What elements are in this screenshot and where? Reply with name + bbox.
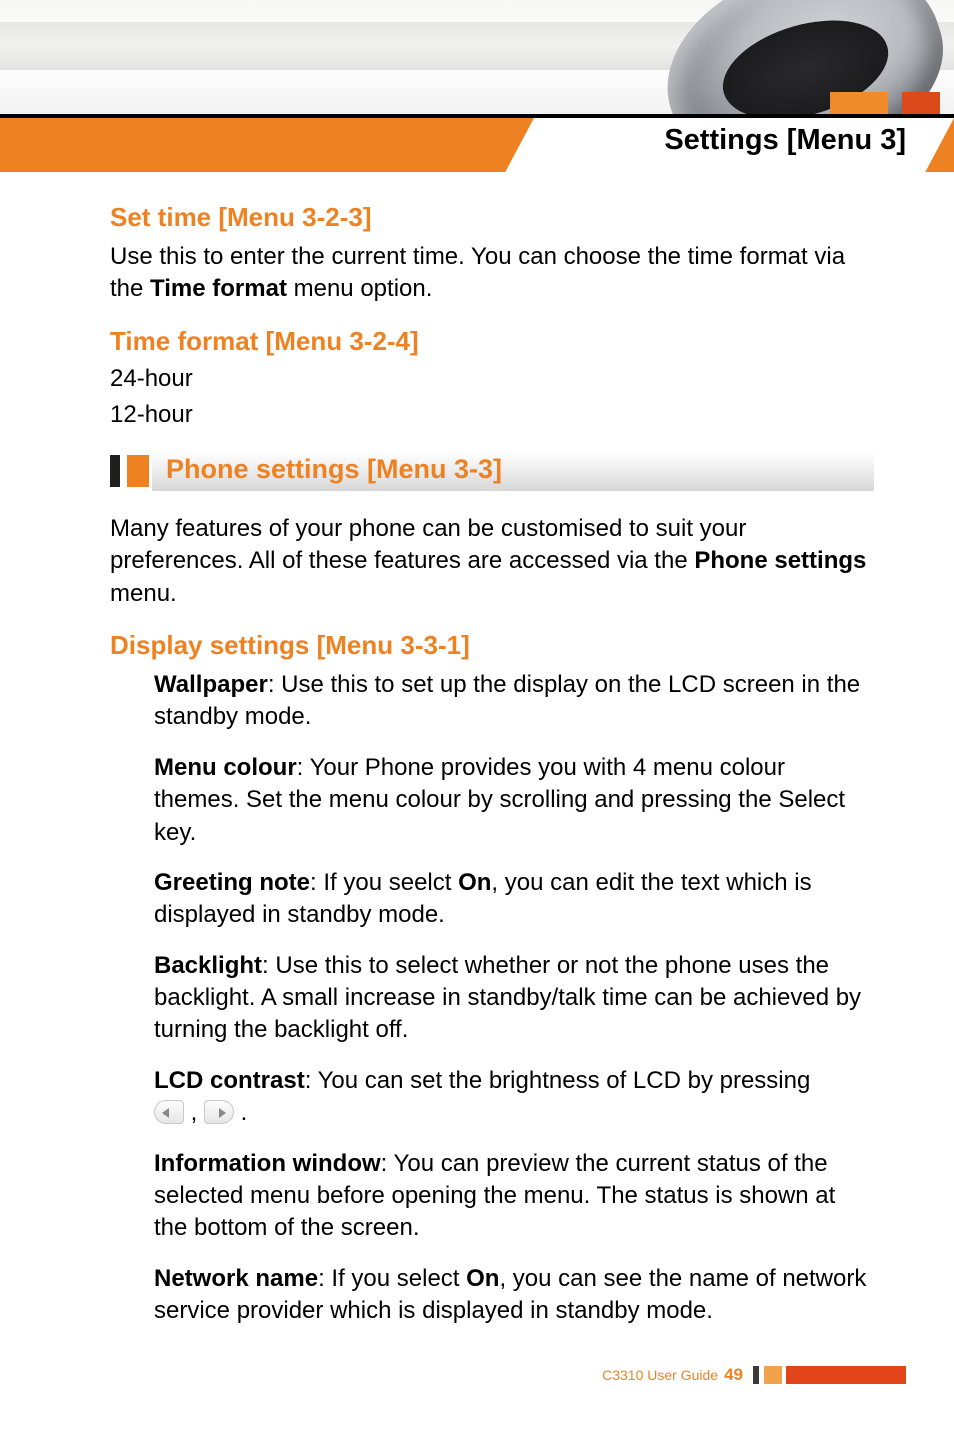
footer-guide-label: C3310 User Guide <box>602 1367 718 1383</box>
footer-mark-icon <box>786 1366 906 1384</box>
text: : You can set the brightness of LCD by p… <box>305 1067 811 1094</box>
label: Greeting note <box>154 869 310 896</box>
label: Backlight <box>154 952 262 979</box>
label: Information window <box>154 1150 381 1177</box>
item-backlight: Backlight: Use this to select whether or… <box>154 950 874 1047</box>
item-greeting-note: Greeting note: If you seelct On, you can… <box>154 867 874 932</box>
text: menu. <box>110 580 177 607</box>
text-phone-settings-intro: Many features of your phone can be custo… <box>110 513 874 610</box>
text-set-time: Use this to enter the current time. You … <box>110 241 874 306</box>
heading-display-settings: Display settings [Menu 3-3-1] <box>110 630 874 661</box>
chapter-title: Settings [Menu 3] <box>664 124 906 157</box>
page-content: Set time [Menu 3-2-3] Use this to enter … <box>110 200 874 1346</box>
section-marker-icon <box>127 455 149 487</box>
label: LCD contrast <box>154 1067 305 1094</box>
bold: Time format <box>150 275 287 302</box>
item-information-window: Information window: You can preview the … <box>154 1148 874 1245</box>
heading-time-format: Time format [Menu 3-2-4] <box>110 326 874 357</box>
right-arrow-key-icon <box>204 1100 234 1124</box>
bold-on: On <box>458 869 491 896</box>
text: Many features of your phone can be custo… <box>110 515 746 574</box>
left-arrow-key-icon <box>154 1100 184 1124</box>
heading-set-time: Set time [Menu 3-2-3] <box>110 202 874 233</box>
item-network-name: Network name: If you select On, you can … <box>154 1263 874 1328</box>
item-wallpaper: Wallpaper: Use this to set up the displa… <box>154 669 874 734</box>
bold: Phone settings <box>694 547 866 574</box>
label: Network name <box>154 1265 318 1292</box>
text: : If you seelct <box>310 869 458 896</box>
footer-mark-icon <box>753 1366 759 1384</box>
text: menu option. <box>287 275 432 302</box>
header-color-bars <box>830 92 954 114</box>
option-24-hour: 24-hour <box>110 365 874 393</box>
heading-phone-settings: Phone settings [Menu 3-3] <box>166 454 502 485</box>
item-lcd-contrast: LCD contrast: You can set the brightness… <box>154 1065 874 1130</box>
text: : If you select <box>318 1265 466 1292</box>
item-menu-colour: Menu colour: Your Phone provides you wit… <box>154 752 874 849</box>
label: Wallpaper <box>154 671 268 698</box>
option-12-hour: 12-hour <box>110 401 874 429</box>
section-marker-icon <box>110 455 120 487</box>
bold-on: On <box>466 1265 499 1292</box>
page-footer: C3310 User Guide 49 <box>602 1365 906 1385</box>
section-heading-bar: Phone settings [Menu 3-3] <box>110 451 874 491</box>
footer-page-number: 49 <box>724 1365 743 1385</box>
footer-mark-icon <box>764 1366 782 1384</box>
label: Menu colour <box>154 754 297 781</box>
